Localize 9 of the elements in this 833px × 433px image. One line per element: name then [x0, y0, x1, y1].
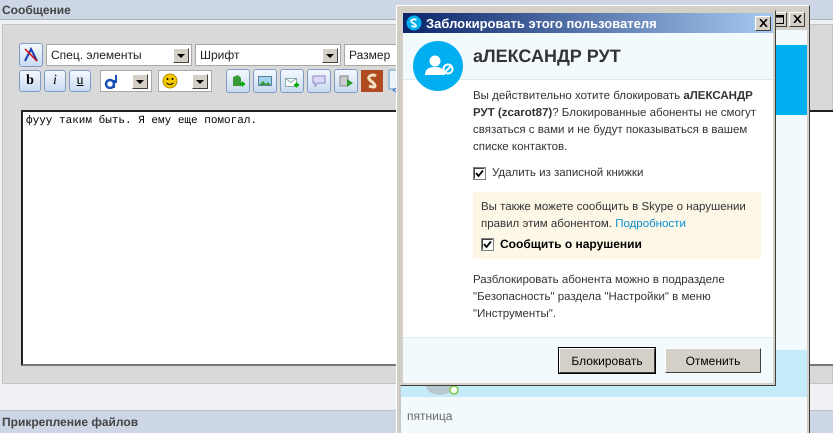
section-title: Сообщение — [2, 2, 71, 16]
section-title: Прикрепление файлов — [2, 415, 138, 429]
day-label: пятница — [407, 409, 452, 423]
unblock-hint-text: Разблокировать абонента можно в подразделе "Безопасность" раздела "Настройки" в меню "Инструменты". — [473, 273, 726, 322]
report-notice-text: Вы также можете сообщить в Skype о нарушении правил этим абонентом. Подробности — [481, 200, 747, 232]
confirmation-text: Вы действительно хотите блокировать аЛЕКСАНДР РУТ (zcarot87)? Блокированные абоненты не смогут связаться с вами и не будут показываться в вашем списке контактов. — [473, 89, 758, 155]
contact-name: аЛЕКСАНДР РУТ — [473, 46, 621, 66]
message-text: фууу таким быть. Я ему еще помогал. — [26, 115, 258, 127]
dialog-title: Заблокировать этого пользователя — [426, 16, 658, 30]
